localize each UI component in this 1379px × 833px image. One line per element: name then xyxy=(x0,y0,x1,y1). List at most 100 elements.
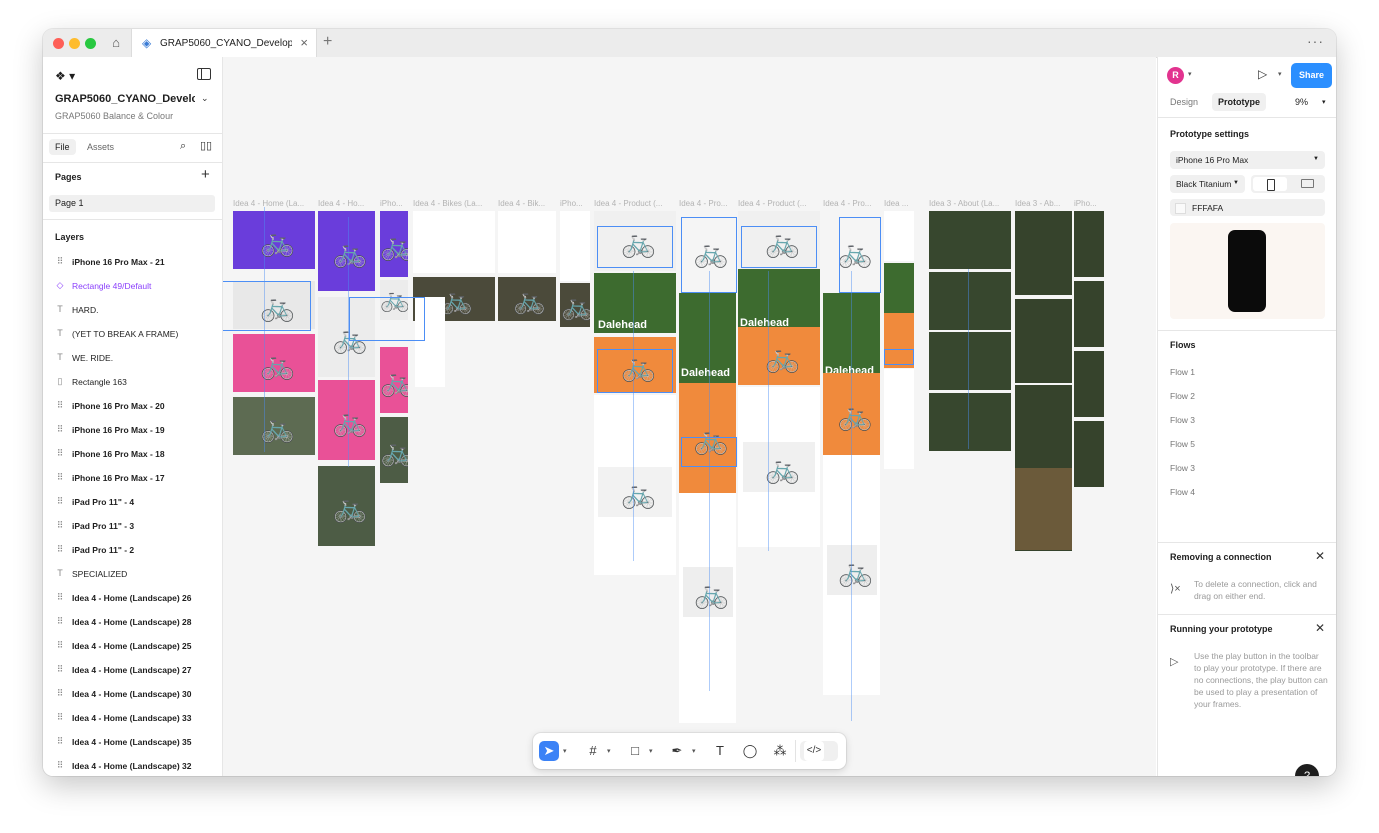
toggle-sidebar-icon[interactable] xyxy=(197,68,211,80)
prototype-connection-box[interactable] xyxy=(597,226,673,268)
play-icon[interactable]: ▷ xyxy=(1258,67,1267,81)
layer-item[interactable]: T HARD. xyxy=(55,303,215,319)
prototype-connection-box[interactable] xyxy=(349,297,425,341)
tab-prototype[interactable]: Prototype xyxy=(1212,93,1267,111)
frame-thumbnail[interactable] xyxy=(560,211,590,281)
layer-item[interactable]: ⠿ iPad Pro 11" - 2 xyxy=(55,543,215,559)
frame-thumbnail[interactable] xyxy=(1015,468,1072,550)
portrait-icon[interactable] xyxy=(1253,177,1287,191)
window-minimize-button[interactable] xyxy=(69,38,80,49)
layer-item[interactable]: T (YET TO BREAK A FRAME) xyxy=(55,327,215,343)
frame-thumbnail[interactable]: 🚲 xyxy=(233,211,315,269)
frame-thumbnail[interactable] xyxy=(929,272,1011,330)
frame-label[interactable]: Idea 3 - Ab... xyxy=(1015,199,1070,208)
background-color-field[interactable]: FFFAFA xyxy=(1170,199,1325,216)
more-options-icon[interactable]: ··· xyxy=(1307,33,1324,49)
home-icon[interactable]: ⌂ xyxy=(107,34,125,52)
window-close-button[interactable] xyxy=(53,38,64,49)
layer-item[interactable]: ⠿ Idea 4 - Home (Landscape) 32 xyxy=(55,759,215,775)
library-icon[interactable]: ▯▯ xyxy=(200,139,212,152)
connection-line[interactable] xyxy=(851,271,852,721)
frame-thumbnail[interactable]: 🚲 xyxy=(233,334,315,392)
frame-thumbnail[interactable]: 🚲 xyxy=(233,397,315,455)
layer-item[interactable]: ⠿ Idea 4 - Home (Landscape) 35 xyxy=(55,735,215,751)
frame-thumbnail[interactable] xyxy=(413,211,495,273)
frame-thumbnail[interactable]: 🚲 xyxy=(738,327,820,385)
frame-label[interactable]: Idea 4 - Product (... xyxy=(594,199,675,208)
figma-menu-icon[interactable]: ❖ ▾ xyxy=(55,69,75,83)
flow-item[interactable]: Flow 2 xyxy=(1170,391,1195,401)
design-canvas[interactable]: Idea 4 - Home (La... Idea 4 - Ho... iPho..… xyxy=(223,57,1156,776)
layer-item[interactable]: ◇ Rectangle 49/Default xyxy=(55,279,215,295)
chevron-down-icon[interactable]: ▾ xyxy=(1322,98,1326,106)
close-tab-icon[interactable]: × xyxy=(300,35,308,50)
flow-item[interactable]: Flow 5 xyxy=(1170,439,1195,449)
help-button[interactable]: ? xyxy=(1295,764,1319,776)
tab-assets[interactable]: Assets xyxy=(87,142,114,152)
flow-item[interactable]: Flow 3 xyxy=(1170,415,1195,425)
layer-item[interactable]: ⠿ iPad Pro 11" - 4 xyxy=(55,495,215,511)
connection-line[interactable] xyxy=(633,271,634,561)
new-tab-button[interactable]: + xyxy=(323,33,332,51)
layer-item[interactable]: ▯ Rectangle 163 xyxy=(55,375,215,391)
device-select[interactable]: iPhone 16 Pro Max ▼ xyxy=(1170,151,1325,169)
frame-label[interactable]: Idea 4 - Product (... xyxy=(738,199,819,208)
flow-item[interactable]: Flow 4 xyxy=(1170,487,1195,497)
frame-thumbnail[interactable]: 🚲 xyxy=(560,283,590,327)
chevron-down-icon[interactable]: ▾ xyxy=(1188,70,1192,78)
frame-thumbnail[interactable] xyxy=(498,211,556,273)
window-zoom-button[interactable] xyxy=(85,38,96,49)
frame-thumbnail[interactable] xyxy=(929,393,1011,451)
pen-tool-icon[interactable]: ✒ xyxy=(667,741,687,761)
connection-line[interactable] xyxy=(348,217,349,467)
frame-thumbnail[interactable] xyxy=(929,211,1011,269)
connection-line[interactable] xyxy=(264,207,265,452)
frame-thumbnail[interactable] xyxy=(929,332,1011,390)
close-icon[interactable]: ✕ xyxy=(1315,549,1325,563)
frame-label[interactable]: Idea ... xyxy=(884,199,925,208)
frame-label[interactable]: Idea 4 - Bik... xyxy=(498,199,556,208)
prototype-connection-box[interactable] xyxy=(223,281,311,331)
frame-thumbnail[interactable]: 🚲 xyxy=(380,211,408,277)
layer-item[interactable]: ⠿ iPhone 16 Pro Max - 17 xyxy=(55,471,215,487)
flow-item[interactable]: Flow 3 xyxy=(1170,463,1195,473)
chevron-down-icon[interactable]: ⌄ xyxy=(201,93,209,104)
frame-thumbnail[interactable]: 🚲 xyxy=(380,417,408,483)
frame-thumbnail[interactable]: 🚲 xyxy=(318,466,375,546)
frame-thumbnail[interactable] xyxy=(1015,299,1072,383)
frame-thumbnail[interactable] xyxy=(1074,211,1104,277)
rectangle-tool-icon[interactable]: □ xyxy=(625,741,645,761)
layer-item[interactable]: T SPECIALIZED xyxy=(55,567,215,583)
layer-item[interactable]: ⠿ Idea 4 - Home (Landscape) 26 xyxy=(55,591,215,607)
frame-label[interactable]: iPho... xyxy=(380,199,409,208)
frame-label[interactable]: iPho... xyxy=(1074,199,1114,208)
device-model-select[interactable]: Black Titanium ▼ xyxy=(1170,175,1245,193)
frame-thumbnail[interactable] xyxy=(884,369,914,469)
frame-thumbnail[interactable]: 🚲 xyxy=(598,467,672,517)
move-tool-icon[interactable]: ➤ xyxy=(539,741,559,761)
layer-item[interactable]: ⠿ iPhone 16 Pro Max - 18 xyxy=(55,447,215,463)
frame-thumbnail[interactable]: 🚲 xyxy=(498,277,556,321)
layer-item[interactable]: ⠿ Idea 4 - Home (Landscape) 27 xyxy=(55,663,215,679)
frame-thumbnail[interactable] xyxy=(884,211,914,261)
layer-item[interactable]: ⠿ Idea 4 - Home (Landscape) 33 xyxy=(55,711,215,727)
file-name[interactable]: GRAP5060_CYANO_Develo... xyxy=(55,93,195,105)
frame-thumbnail[interactable]: 🚲 xyxy=(380,347,408,413)
frame-thumbnail[interactable]: 🚲 xyxy=(318,380,375,460)
prototype-connection-box[interactable] xyxy=(597,349,673,393)
frame-thumbnail[interactable]: 🚲 xyxy=(683,567,733,617)
chevron-down-icon[interactable]: ▾ xyxy=(649,747,653,755)
tab-design[interactable]: Design xyxy=(1170,97,1198,107)
zoom-level[interactable]: 9% xyxy=(1295,97,1308,107)
page-item-page-1[interactable]: Page 1 xyxy=(49,195,215,212)
chevron-down-icon[interactable]: ▾ xyxy=(692,747,696,755)
chevron-down-icon[interactable]: ▾ xyxy=(1278,70,1282,78)
file-tab[interactable]: ◈ GRAP5060_CYANO_Development × xyxy=(131,29,317,58)
frame-label[interactable]: iPho... xyxy=(560,199,590,208)
dev-mode-toggle[interactable]: </> xyxy=(800,741,838,761)
frame-tool-icon[interactable]: # xyxy=(583,741,603,761)
frame-label[interactable]: Idea 4 - Bikes (La... xyxy=(413,199,494,208)
frame-thumbnail[interactable] xyxy=(1074,281,1104,347)
comment-tool-icon[interactable]: ◯ xyxy=(740,741,760,761)
prototype-connection-box[interactable] xyxy=(839,217,881,293)
